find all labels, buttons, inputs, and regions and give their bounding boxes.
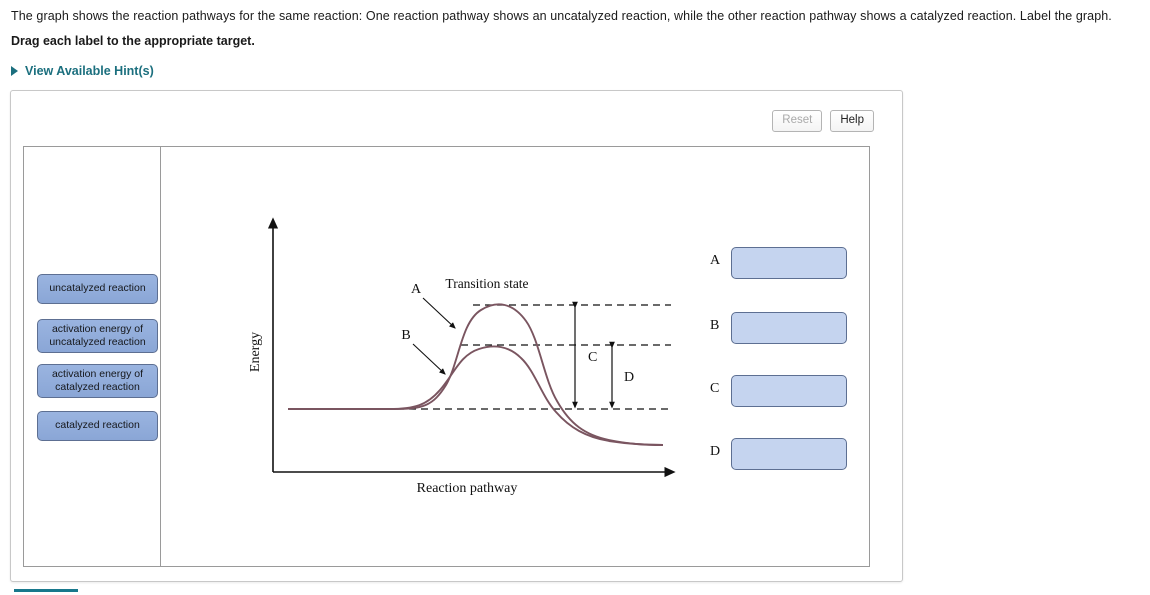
drag-label-activation-energy-uncatalyzed[interactable]: activation energy of uncatalyzed reactio…: [37, 319, 158, 353]
help-button[interactable]: Help: [830, 110, 874, 132]
drop-target-letter-d: D: [710, 444, 721, 459]
dimension-letter-c: C: [588, 350, 597, 365]
drop-target-a[interactable]: [731, 247, 847, 279]
exercise-panel: Reset Help uncatalyzed reaction activati…: [10, 90, 903, 582]
dimension-letter-d: D: [624, 370, 634, 385]
label-bank: uncatalyzed reaction activation energy o…: [30, 147, 160, 566]
bottom-progress-strip: [14, 589, 78, 592]
drag-label-activation-energy-catalyzed[interactable]: activation energy of catalyzed reaction: [37, 364, 158, 398]
drop-target-b[interactable]: [731, 312, 847, 344]
reset-button[interactable]: Reset: [772, 110, 823, 132]
page-root: The graph shows the reaction pathways fo…: [0, 0, 1150, 595]
callout-letter-b: B: [401, 328, 410, 343]
callout-letter-a: A: [411, 282, 422, 297]
view-hints-label: View Available Hint(s): [25, 64, 154, 78]
x-axis-label: Reaction pathway: [417, 481, 518, 496]
axes: [267, 217, 676, 478]
y-axis-label: Energy: [248, 332, 263, 372]
panel-toolbar: Reset Help: [772, 110, 874, 132]
drop-target-letter-a: A: [710, 253, 721, 268]
drag-label-uncatalyzed-reaction[interactable]: uncatalyzed reaction: [37, 274, 158, 304]
energy-level-guides: [289, 304, 671, 410]
triangle-right-icon: [11, 66, 18, 76]
instruction-text: Drag each label to the appropriate targe…: [11, 34, 255, 48]
drop-target-letter-b: B: [710, 318, 720, 333]
callout-arrow-a: [422, 297, 456, 329]
question-text: The graph shows the reaction pathways fo…: [11, 9, 1112, 23]
drop-target-c[interactable]: [731, 375, 847, 407]
transition-state-label: Transition state: [445, 276, 528, 291]
reaction-energy-diagram: Energy Reaction pathway Transition state…: [248, 217, 676, 496]
drag-drop-work-area: uncatalyzed reaction activation energy o…: [23, 146, 870, 567]
curve-uncatalyzed-reaction: [288, 303, 664, 446]
view-hints-toggle[interactable]: View Available Hint(s): [11, 64, 154, 78]
drag-label-catalyzed-reaction[interactable]: catalyzed reaction: [37, 411, 158, 441]
drop-target-d[interactable]: [731, 438, 847, 470]
graph-pane: Energy Reaction pathway Transition state…: [161, 147, 869, 566]
callout-arrow-b: [412, 343, 446, 375]
drop-target-letter-c: C: [710, 381, 720, 396]
curve-catalyzed-reaction: [288, 345, 664, 446]
